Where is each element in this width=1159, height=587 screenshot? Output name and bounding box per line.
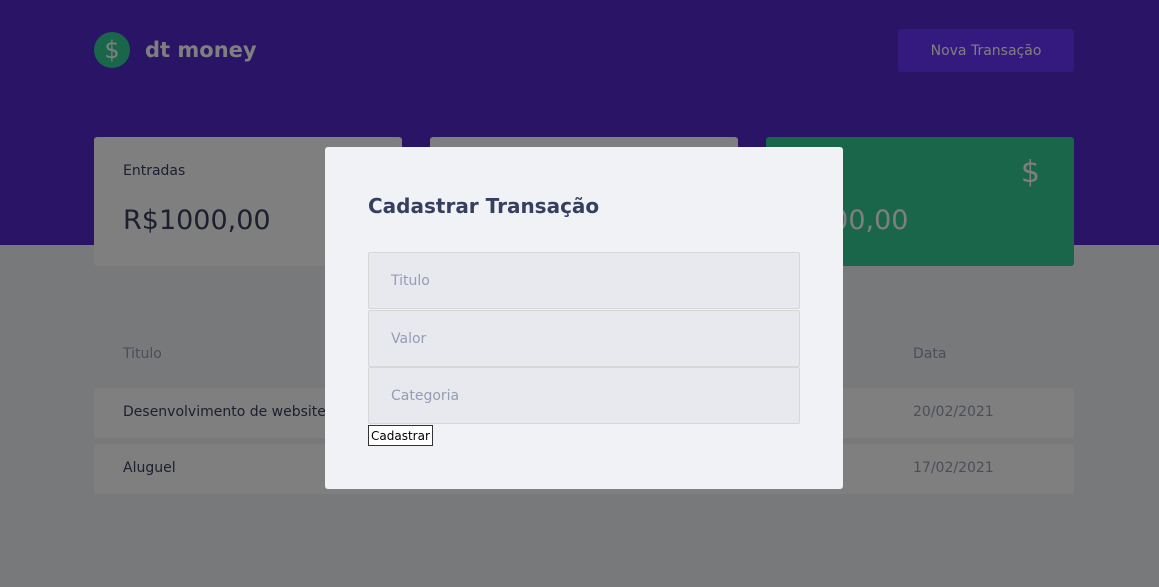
modal-title: Cadastrar Transação [368,194,600,218]
title-input[interactable] [368,252,800,309]
submit-button[interactable]: Cadastrar [368,425,433,446]
category-input[interactable] [368,367,800,424]
value-input[interactable] [368,310,800,367]
new-transaction-modal: Cadastrar Transação Cadastrar [325,147,843,489]
